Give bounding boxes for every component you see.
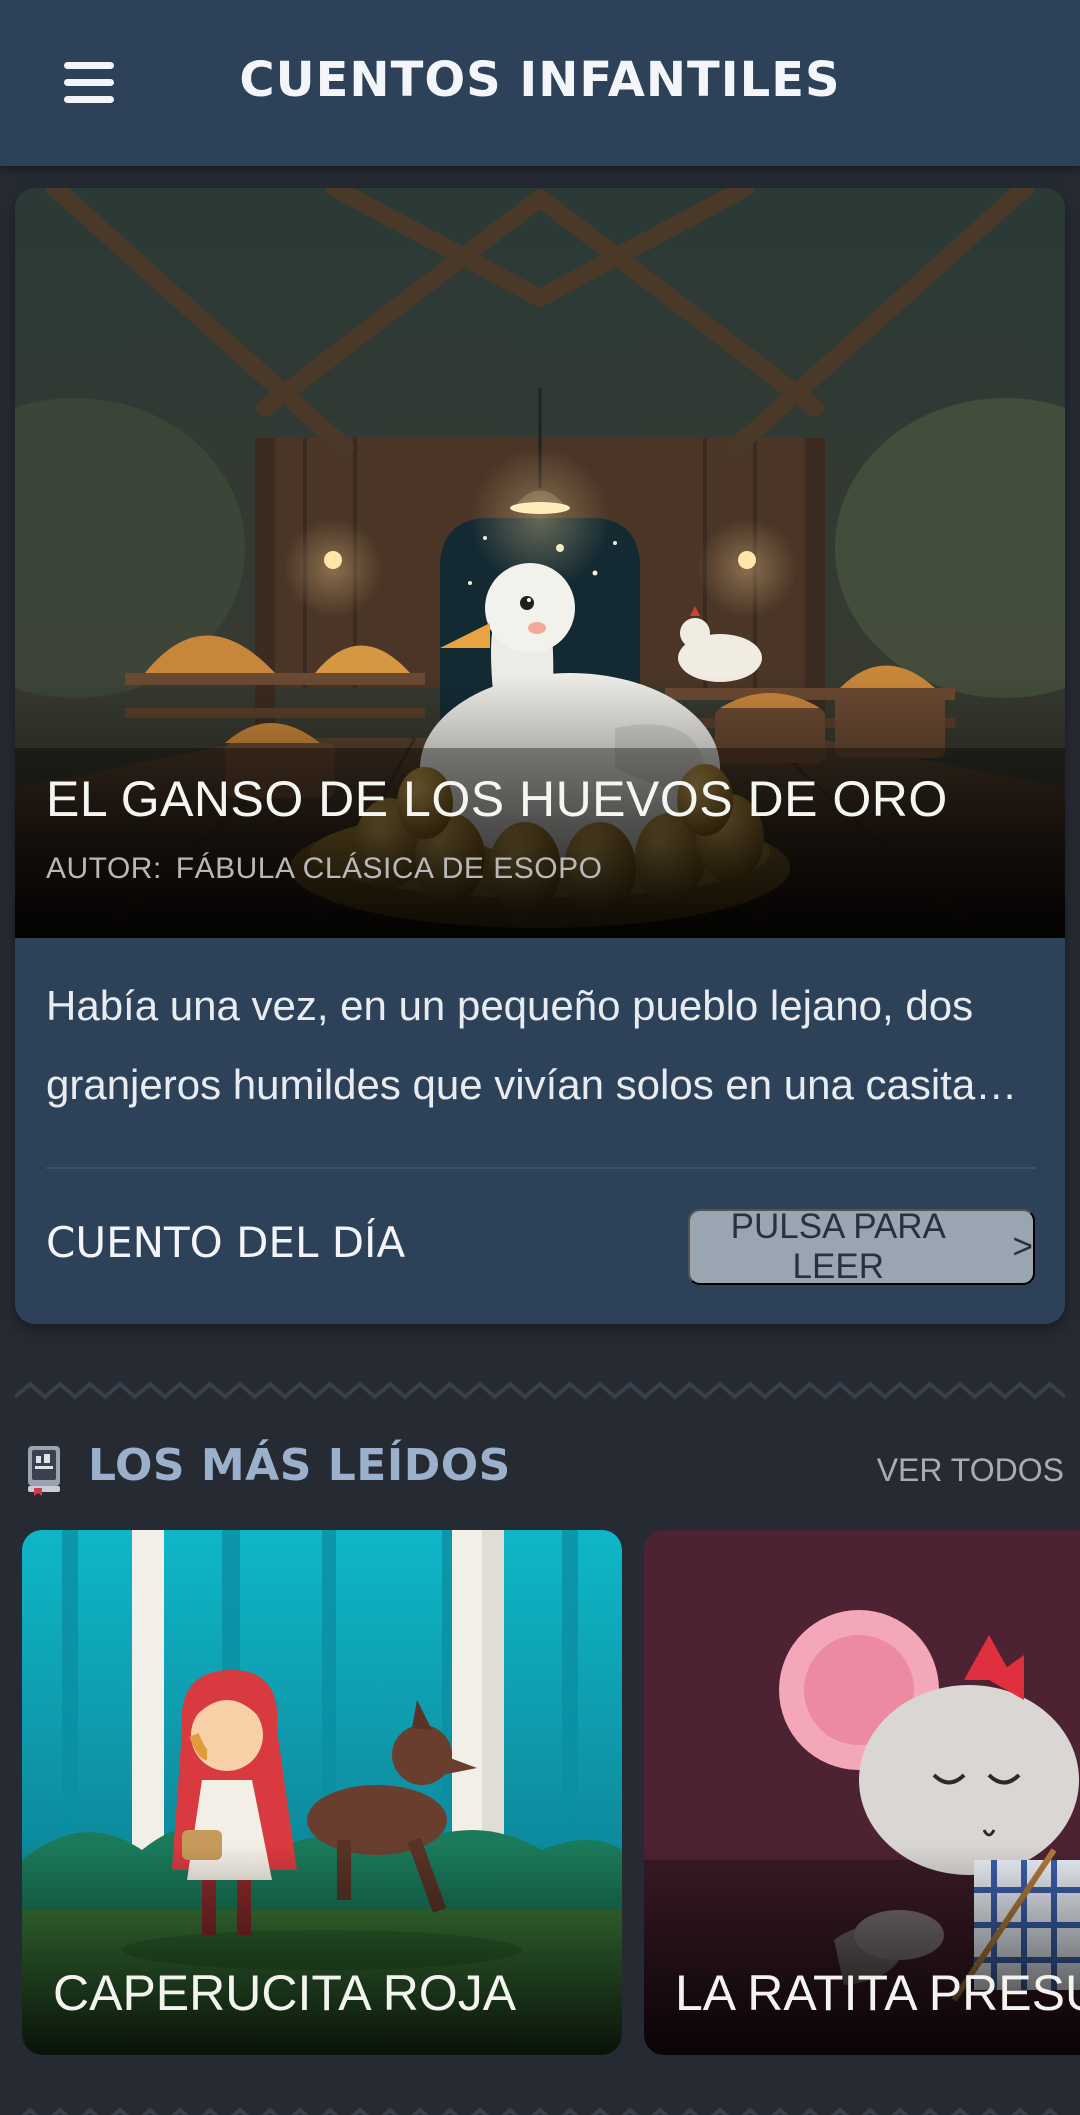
zigzag-divider xyxy=(15,1381,1065,1400)
featured-story-author: AUTOR: FÁBULA CLÁSICA DE ESOPO xyxy=(46,852,602,886)
story-of-the-day-label: CUENTO DEL DÍA xyxy=(46,1218,406,1267)
story-card[interactable]: CAPERUCITA ROJA xyxy=(22,1530,622,2055)
read-story-button[interactable]: PULSA PARA LEER > xyxy=(688,1207,1035,1286)
app-bar: CUENTOS INFANTILES xyxy=(0,0,1080,166)
featured-story-title: EL GANSO DE LOS HUEVOS DE ORO xyxy=(46,771,948,827)
featured-story-excerpt: Había una vez, en un pequeño pueblo leja… xyxy=(46,982,976,1108)
zigzag-divider xyxy=(21,2107,1059,2115)
read-button-label: PULSA PARA LEER xyxy=(730,1207,946,1286)
book-stack-icon xyxy=(28,1446,60,1496)
author-name: FÁBULA CLÁSICA DE ESOPO xyxy=(175,852,603,885)
divider xyxy=(46,1167,1036,1169)
story-title: LA RATITA PRESUMIDA xyxy=(675,1965,1080,2021)
chevron-right-icon: > xyxy=(1012,1227,1033,1266)
most-read-header: LOS MÁS LEÍDOS VER TODOS xyxy=(24,1438,1064,1498)
featured-story-card[interactable]: EL GANSO DE LOS HUEVOS DE ORO AUTOR: FÁBU… xyxy=(15,188,1065,1324)
story-title: CAPERUCITA ROJA xyxy=(53,1965,517,2021)
see-all-link[interactable]: VER TODOS xyxy=(877,1452,1064,1489)
author-label: AUTOR: xyxy=(46,852,162,885)
app-title: CUENTOS INFANTILES xyxy=(239,52,841,108)
most-read-carousel[interactable]: CAPERUCITA ROJA LA RATITA PRES xyxy=(0,1530,1080,2055)
story-card[interactable]: LA RATITA PRESUMIDA xyxy=(644,1530,1080,2055)
most-read-title: LOS MÁS LEÍDOS xyxy=(88,1440,511,1491)
